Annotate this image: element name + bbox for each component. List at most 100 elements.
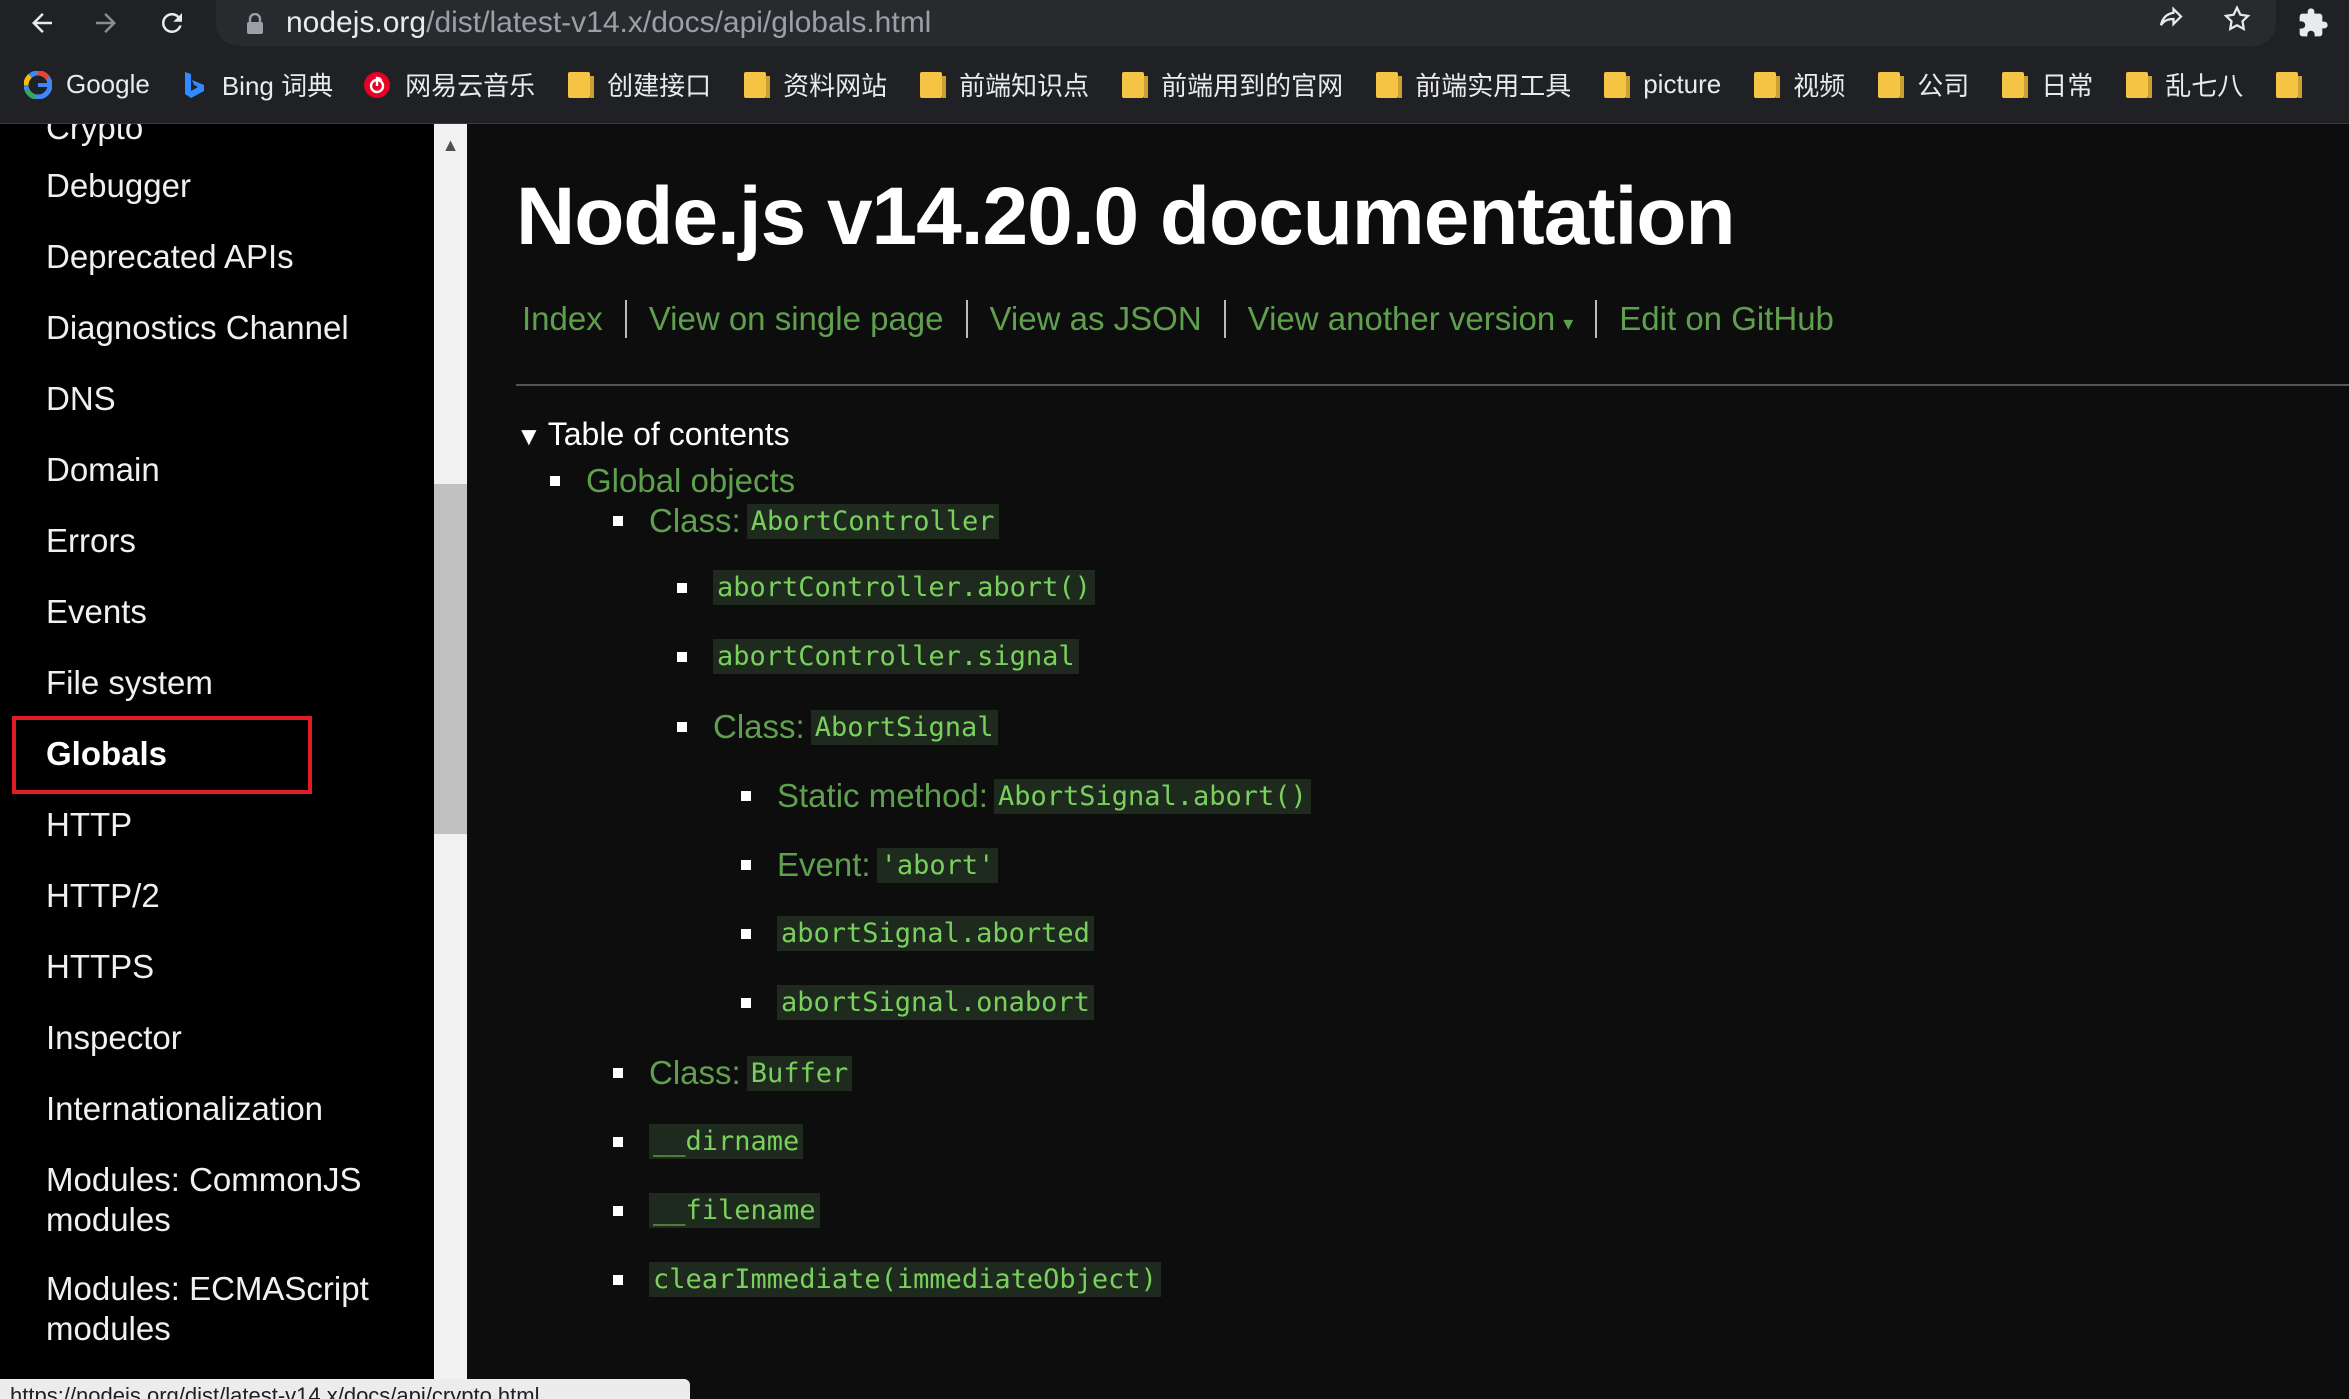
sidebar-item-file-system[interactable]: File system <box>46 663 213 703</box>
sidebar-item-deprecated-apis[interactable]: Deprecated APIs <box>46 237 294 277</box>
back-button[interactable] <box>14 0 70 46</box>
bing-icon <box>180 71 208 99</box>
bookmark-folder[interactable]: 乱七八 <box>2123 66 2243 103</box>
bookmark-google[interactable]: Google <box>24 69 150 100</box>
github-link[interactable]: Edit on GitHub <box>1619 300 1834 338</box>
toc-item-abortsignal-aborted[interactable]: abortSignal.aborted <box>741 916 1094 951</box>
star-icon[interactable] <box>2222 4 2252 42</box>
bookmark-folder[interactable]: 前端实用工具 <box>1373 66 1571 103</box>
chevron-down-icon: ▾ <box>1563 313 1574 335</box>
sidebar-item-debugger[interactable]: Debugger <box>46 166 191 206</box>
reload-icon <box>161 12 182 33</box>
bullet <box>613 516 623 526</box>
forward-button[interactable] <box>78 0 134 46</box>
json-link[interactable]: View as JSON <box>990 300 1202 338</box>
address-bar[interactable]: nodejs.org/dist/latest-v14.x/docs/api/gl… <box>216 0 2276 46</box>
scroll-up-arrow-icon[interactable]: ▲ <box>434 130 467 160</box>
toc-item-event-abort[interactable]: Event:'abort' <box>741 846 999 884</box>
lock-icon <box>246 11 266 35</box>
index-link[interactable]: Index <box>522 300 603 338</box>
bookmark-folder[interactable]: 视频 <box>1751 66 1845 103</box>
status-bar-url: https://nodejs.org/dist/latest-v14.x/doc… <box>0 1379 690 1399</box>
toc-item-abortsignal-onabort[interactable]: abortSignal.onabort <box>741 985 1094 1020</box>
folder-icon <box>1999 71 2029 99</box>
puzzle-icon[interactable] <box>2297 0 2329 46</box>
toc-item-abortcontroller-abort[interactable]: abortController.abort() <box>677 570 1095 605</box>
sidebar-item-label: Modules: CommonJS <box>46 1161 362 1198</box>
bullet <box>550 476 560 486</box>
toc-item-filename[interactable]: __filename <box>613 1193 820 1228</box>
link-separator <box>965 300 968 338</box>
toc-item-dirname[interactable]: __dirname <box>613 1124 804 1159</box>
sidebar-item-inspector[interactable]: Inspector <box>46 1018 182 1058</box>
sidebar-item-crypto[interactable]: Crypto <box>46 124 143 148</box>
bookmarks-bar: Google Bing 词典 网易云音乐 创建接口 资料网站 前端知识点 前端用… <box>0 46 2349 124</box>
bookmark-bing[interactable]: Bing 词典 <box>180 66 333 103</box>
sidebar-item-diagnostics-channel[interactable]: Diagnostics Channel <box>46 308 349 348</box>
url-text: nodejs.org/dist/latest-v14.x/docs/api/gl… <box>286 6 932 39</box>
folder-icon <box>1373 71 1403 99</box>
arrow-right-icon <box>96 13 116 33</box>
bullet <box>677 722 687 732</box>
page-title: Node.js v14.20.0 documentation <box>516 171 1736 262</box>
sidebar-item-https[interactable]: HTTPS <box>46 947 154 987</box>
bookmark-folder[interactable]: 公司 <box>1875 66 1969 103</box>
folder-icon <box>1119 71 1149 99</box>
sidebar-item-label: modules <box>46 1201 171 1238</box>
sidebar-nav: Crypto Debugger Deprecated APIs Diagnost… <box>0 124 434 1384</box>
sidebar-item-domain[interactable]: Domain <box>46 450 160 490</box>
toc-item-abortsignal[interactable]: Class: AbortSignal <box>677 708 998 746</box>
link-separator <box>624 300 627 338</box>
single-page-link[interactable]: View on single page <box>649 300 944 338</box>
folder-icon <box>1601 71 1631 99</box>
bullet <box>741 997 751 1008</box>
bookmark-folder[interactable]: 日常 <box>1999 66 2093 103</box>
browser-toolbar: nodejs.org/dist/latest-v14.x/docs/api/gl… <box>0 0 2349 46</box>
bookmark-netease[interactable]: 网易云音乐 <box>363 66 535 103</box>
toc-toggle[interactable]: ▼ Table of contents <box>516 416 790 453</box>
bookmark-folder[interactable]: picture <box>1601 69 1721 100</box>
toc-item-clearimmediate[interactable]: clearImmediate(immediateObject) <box>613 1262 1161 1297</box>
sidebar-item-http[interactable]: HTTP <box>46 805 132 845</box>
bullet <box>613 1068 623 1078</box>
toc-item-abortsignal-abort[interactable]: Static method: AbortSignal.abort() <box>741 777 1311 815</box>
sidebar-item-dns[interactable]: DNS <box>46 379 116 419</box>
toc-item-buffer[interactable]: Class: Buffer <box>613 1054 853 1092</box>
scrollbar-thumb[interactable] <box>434 484 467 834</box>
bullet <box>741 928 751 939</box>
bookmark-folder[interactable]: 资料网站 <box>741 66 887 103</box>
toc-item-abortcontroller[interactable]: Class: AbortController <box>613 502 999 540</box>
sidebar-item-internationalization[interactable]: Internationalization <box>46 1089 323 1129</box>
bullet <box>677 651 687 662</box>
folder-icon <box>917 71 947 99</box>
red-highlight-box <box>12 716 312 794</box>
bookmark-folder[interactable]: 创建接口 <box>565 66 711 103</box>
sidebar-item-modules-commonjs[interactable]: Modules: CommonJS modules <box>46 1160 361 1240</box>
doc-header-links: Index View on single page View as JSON V… <box>522 300 1834 338</box>
reload-button[interactable] <box>144 0 200 46</box>
bullet <box>613 1205 623 1216</box>
folder-icon <box>565 71 595 99</box>
toc-item-abortcontroller-signal[interactable]: abortController.signal <box>677 639 1079 674</box>
sidebar-item-events[interactable]: Events <box>46 592 147 632</box>
arrow-left-icon <box>32 13 52 33</box>
bullet <box>741 791 751 801</box>
share-icon[interactable] <box>2156 4 2186 42</box>
bookmark-folder[interactable]: 前端用到的官网 <box>1119 66 1343 103</box>
sidebar-scrollbar[interactable]: ▲ <box>434 124 467 1384</box>
another-version-dropdown[interactable]: View another version ▾ <box>1248 300 1574 338</box>
sidebar-item-label: Modules: ECMAScript <box>46 1270 369 1307</box>
google-icon <box>24 70 52 99</box>
sidebar-item-modules-ecmascript[interactable]: Modules: ECMAScript modules <box>46 1269 369 1349</box>
bullet <box>677 582 687 593</box>
bullet <box>741 860 751 870</box>
bullet <box>613 1136 623 1147</box>
bookmark-folder[interactable]: 前端知识点 <box>917 66 1089 103</box>
sidebar-item-http2[interactable]: HTTP/2 <box>46 876 160 916</box>
netease-music-icon <box>363 71 391 99</box>
triangle-down-icon: ▼ <box>516 421 542 451</box>
folder-icon <box>1751 71 1781 99</box>
toc-item-global-objects[interactable]: Global objects <box>550 462 795 500</box>
sidebar-item-errors[interactable]: Errors <box>46 521 136 561</box>
bookmark-overflow-folder[interactable] <box>2273 71 2315 99</box>
